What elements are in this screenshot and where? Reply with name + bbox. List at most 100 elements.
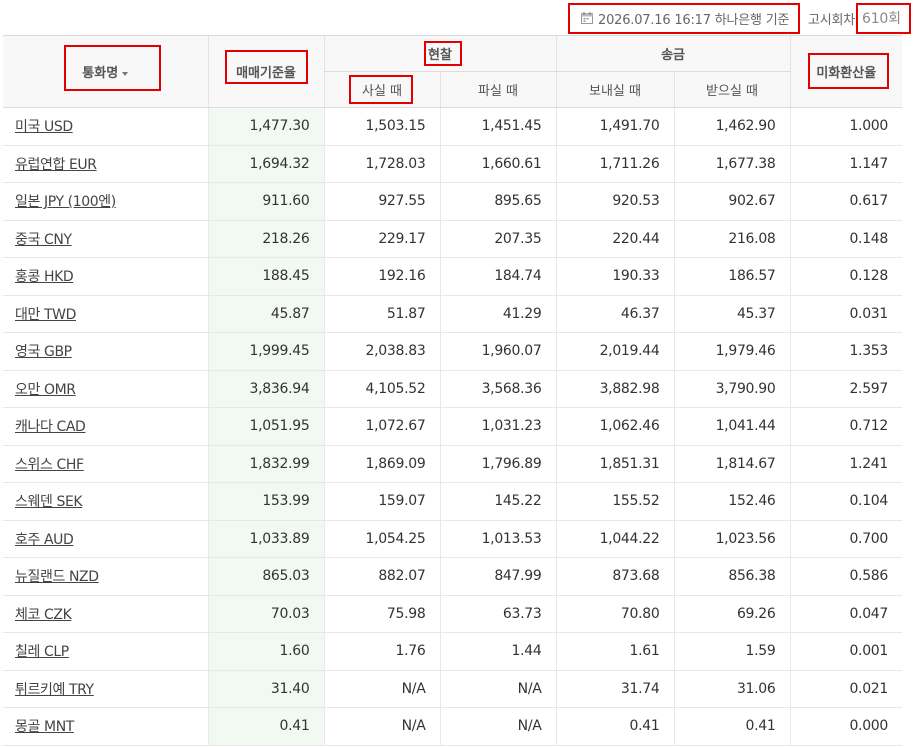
currency-link[interactable]: 튀르키예 TRY — [15, 682, 94, 698]
remit-send-cell: 2,019.44 — [555, 332, 675, 371]
cash-buy-cell: 75.98 — [323, 595, 440, 633]
cash-sell-cell: 41.29 — [439, 295, 557, 333]
cash-sell-cell: 145.22 — [439, 482, 557, 521]
cash-sell-cell: 1,013.53 — [439, 520, 557, 558]
currency-name-cell: 스웨덴 SEK — [3, 482, 208, 521]
remit-send-cell: 1,491.70 — [555, 107, 675, 146]
currency-link[interactable]: 캐나다 CAD — [15, 419, 86, 435]
remit-send-cell: 155.52 — [555, 482, 675, 521]
cash-sell-cell: 1,451.45 — [439, 107, 557, 146]
cash-buy-cell: 1,054.25 — [323, 520, 440, 558]
remit-receive-cell: 902.67 — [673, 182, 791, 221]
currency-link[interactable]: 몽골 MNT — [15, 719, 74, 735]
remit-send-label: 보내실 때 — [589, 84, 641, 99]
currency-link[interactable]: 유럽연합 EUR — [15, 157, 97, 173]
remit-receive-cell: 69.26 — [673, 595, 791, 633]
currency-link[interactable]: 대만 TWD — [15, 307, 76, 323]
currency-name-cell: 유럽연합 EUR — [3, 145, 208, 183]
cash-buy-cell: 192.16 — [323, 257, 440, 296]
remit-receive-cell: 1,041.44 — [673, 407, 791, 446]
currency-name-cell: 캐나다 CAD — [3, 407, 208, 446]
cash-sell-cell: 1,960.07 — [439, 332, 557, 371]
currency-name-cell: 대만 TWD — [3, 295, 208, 333]
remit-send-cell: 0.41 — [555, 707, 675, 746]
table-row: 스웨덴 SEK 153.99 159.07 145.22 155.52 152.46 0.1… — [3, 482, 903, 521]
base-rate-cell: 45.87 — [207, 295, 324, 333]
table-row: 튀르키예 TRY 31.40 N/A N/A 31.74 31.06 0.021 — [3, 670, 903, 708]
cash-sell-cell: 207.35 — [439, 220, 557, 258]
cash-sell-cell: N/A — [439, 707, 557, 746]
currency-link[interactable]: 칠레 CLP — [15, 644, 69, 660]
currency-link[interactable]: 호주 AUD — [15, 532, 74, 548]
cash-buy-cell: 1,728.03 — [323, 145, 440, 183]
currency-link[interactable]: 미국 USD — [15, 119, 73, 135]
currency-link[interactable]: 오만 OMR — [15, 382, 76, 398]
usd-rate-cell: 0.586 — [789, 557, 903, 596]
cash-sell-cell: 847.99 — [439, 557, 557, 596]
usd-rate-cell: 0.031 — [789, 295, 903, 333]
currency-link[interactable]: 영국 GBP — [15, 344, 72, 360]
cash-buy-cell: 4,105.52 — [323, 370, 440, 408]
currency-link[interactable]: 스웨덴 SEK — [15, 494, 83, 510]
remit-receive-cell: 1.59 — [673, 632, 791, 671]
currency-name-cell: 오만 OMR — [3, 370, 208, 408]
usd-rate-cell: 0.047 — [789, 595, 903, 633]
currency-link[interactable]: 뉴질랜드 NZD — [15, 569, 99, 585]
highlight-timestamp — [568, 3, 800, 34]
base-rate-cell: 1.60 — [207, 632, 324, 671]
exchange-rate-table: 통화명 매매기준율 현찰 송금 미화환산율 사실 때 파실 때 보내실 때 받으… — [3, 35, 903, 746]
usd-rate-cell: 1.147 — [789, 145, 903, 183]
remit-receive-cell: 3,790.90 — [673, 370, 791, 408]
base-rate-cell: 1,033.89 — [207, 520, 324, 558]
currency-link[interactable]: 홍콩 HKD — [15, 269, 74, 285]
remit-send-cell: 873.68 — [555, 557, 675, 596]
usd-rate-cell: 0.148 — [789, 220, 903, 258]
usd-rate-cell: 0.617 — [789, 182, 903, 221]
cash-sell-cell: 1,660.61 — [439, 145, 557, 183]
base-rate-cell: 31.40 — [207, 670, 324, 708]
table-row: 체코 CZK 70.03 75.98 63.73 70.80 69.26 0.047 — [3, 595, 903, 633]
remit-receive-cell: 216.08 — [673, 220, 791, 258]
rate-info-bar: 2026.07.16 16:17 하나은행 기준 고시회차 610회 — [0, 0, 913, 36]
currency-link[interactable]: 체코 CZK — [15, 607, 72, 623]
cash-buy-cell: 1,869.09 — [323, 445, 440, 483]
cash-sell-cell: 184.74 — [439, 257, 557, 296]
currency-link[interactable]: 스위스 CHF — [15, 457, 84, 473]
remit-receive-cell: 856.38 — [673, 557, 791, 596]
cash-buy-cell: N/A — [323, 670, 440, 708]
remit-receive-cell: 1,814.67 — [673, 445, 791, 483]
usd-rate-cell: 0.712 — [789, 407, 903, 446]
currency-name-cell: 영국 GBP — [3, 332, 208, 371]
remit-send-cell: 190.33 — [555, 257, 675, 296]
remit-send-cell: 1,711.26 — [555, 145, 675, 183]
base-rate-cell: 865.03 — [207, 557, 324, 596]
remit-send-cell: 220.44 — [555, 220, 675, 258]
currency-link[interactable]: 중국 CNY — [15, 232, 72, 248]
table-row: 호주 AUD 1,033.89 1,054.25 1,013.53 1,044.22 1,… — [3, 520, 903, 558]
base-rate-cell: 188.45 — [207, 257, 324, 296]
table-row: 영국 GBP 1,999.45 2,038.83 1,960.07 2,019.44 1,… — [3, 332, 903, 371]
table-row: 중국 CNY 218.26 229.17 207.35 220.44 216.08 0.14… — [3, 220, 903, 258]
remit-label: 송금 — [661, 48, 685, 63]
currency-name-cell: 중국 CNY — [3, 220, 208, 258]
remit-send-cell: 1,851.31 — [555, 445, 675, 483]
remit-receive-cell: 45.37 — [673, 295, 791, 333]
base-rate-cell: 1,832.99 — [207, 445, 324, 483]
base-rate-cell: 153.99 — [207, 482, 324, 521]
cash-sell-cell: 1.44 — [439, 632, 557, 671]
cash-buy-cell: 882.07 — [323, 557, 440, 596]
remit-send-cell: 920.53 — [555, 182, 675, 221]
cash-sell-cell: 63.73 — [439, 595, 557, 633]
cash-buy-cell: 51.87 — [323, 295, 440, 333]
usd-rate-cell: 1.241 — [789, 445, 903, 483]
cash-sell-cell: 1,796.89 — [439, 445, 557, 483]
highlight-base-rate-header — [225, 50, 308, 84]
remit-send-cell: 46.37 — [555, 295, 675, 333]
table-row: 몽골 MNT 0.41 N/A N/A 0.41 0.41 0.000 — [3, 707, 903, 746]
currency-name-cell: 칠레 CLP — [3, 632, 208, 671]
currency-link[interactable]: 일본 JPY (100엔) — [15, 194, 116, 210]
table-row: 일본 JPY (100엔) 911.60 927.55 895.65 920.53 902… — [3, 182, 903, 221]
base-rate-cell: 911.60 — [207, 182, 324, 221]
cash-sell-cell: 3,568.36 — [439, 370, 557, 408]
table-row: 뉴질랜드 NZD 865.03 882.07 847.99 873.68 856.38 0.… — [3, 557, 903, 596]
